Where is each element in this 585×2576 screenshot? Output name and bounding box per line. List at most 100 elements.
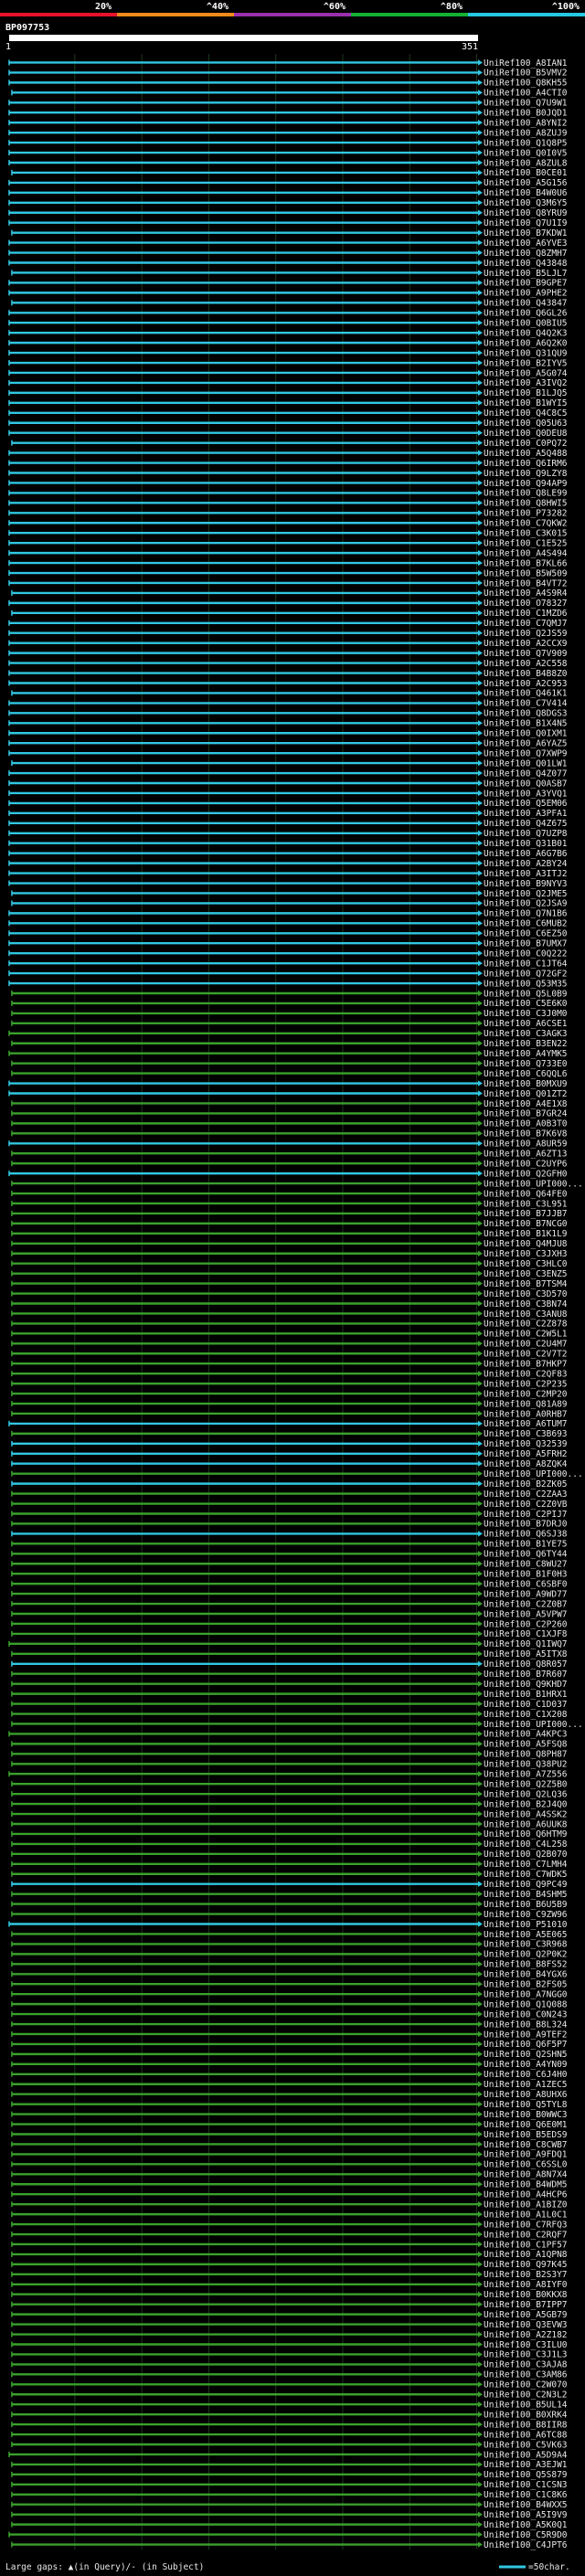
hit-label: UniRef100_Q8R057 bbox=[484, 1659, 568, 1670]
hit-label: UniRef100_C1MZD6 bbox=[484, 609, 568, 619]
hit-label: UniRef100_A8IYF0 bbox=[484, 2280, 568, 2290]
hit-label: UniRef100_Q38PU2 bbox=[484, 1760, 568, 1770]
hit-label: UniRef100_Q6SJ38 bbox=[484, 1530, 568, 1540]
hit-label: UniRef100_B5W509 bbox=[484, 568, 568, 578]
hit-label: UniRef100_C3B693 bbox=[484, 1429, 568, 1439]
hit-label: UniRef100_B0XRK4 bbox=[484, 2410, 568, 2420]
hit-label: UniRef100_A1L0C1 bbox=[484, 2210, 568, 2220]
hit-label: UniRef100_A2BY24 bbox=[484, 859, 568, 869]
hit-label: UniRef100_Q461K1 bbox=[484, 689, 568, 699]
hit-label: UniRef100_C3D570 bbox=[484, 1289, 568, 1299]
hit-label: UniRef100_A4SSK2 bbox=[484, 1809, 568, 1819]
hit-label: UniRef100_A5VPW7 bbox=[484, 1609, 568, 1619]
scale-legend: =50char. bbox=[528, 2562, 570, 2572]
hit-label: UniRef100_Q8KH55 bbox=[484, 79, 568, 89]
hit-label: UniRef100_C2MP20 bbox=[484, 1389, 568, 1399]
hit-label: UniRef100_C5R9D0 bbox=[484, 2530, 568, 2540]
hit-label: UniRef100_C7QMJ7 bbox=[484, 619, 568, 629]
hit-label: UniRef100_A8UHX6 bbox=[484, 2090, 568, 2100]
hit-label: UniRef100_A6TUM7 bbox=[484, 1419, 568, 1429]
hit-label: UniRef100_A5ITX8 bbox=[484, 1649, 568, 1659]
hit-label: UniRef100_B1YE75 bbox=[484, 1540, 568, 1550]
hit-label: UniRef100_C2V7T2 bbox=[484, 1350, 568, 1360]
hit-label: UniRef100_Q3M6Y5 bbox=[484, 198, 568, 208]
hit-label: UniRef100_C5VK63 bbox=[484, 2440, 568, 2450]
hit-label: UniRef100_Q1Q088 bbox=[484, 1999, 568, 2009]
hit-label: UniRef100_Q5TYL8 bbox=[484, 2100, 568, 2110]
hit-label: UniRef100_Q01LW1 bbox=[484, 758, 568, 769]
hit-label: UniRef100_C3AM86 bbox=[484, 2370, 568, 2380]
hit-label: UniRef100_B8IIR8 bbox=[484, 2420, 568, 2430]
hit-label: UniRef100_C7QKW2 bbox=[484, 519, 568, 529]
hit-label: UniRef100_A4CTI0 bbox=[484, 89, 568, 99]
hit-label: UniRef100_Q2JS59 bbox=[484, 629, 568, 639]
hit-label: UniRef100_A8ZUJ9 bbox=[484, 128, 568, 138]
scale-segment bbox=[234, 13, 351, 16]
hit-label: UniRef100_Q6TY44 bbox=[484, 1550, 568, 1560]
hit-label: UniRef100_Q4Z675 bbox=[484, 819, 568, 829]
hit-label: UniRef100_B7JJB7 bbox=[484, 1209, 568, 1219]
hit-label: UniRef100_Q32539 bbox=[484, 1439, 568, 1449]
hit-label: UniRef100_C2P260 bbox=[484, 1619, 568, 1629]
scale-tick-label: ^60% bbox=[324, 2, 346, 12]
hit-label: UniRef100_Q0ASB7 bbox=[484, 779, 568, 789]
hit-label: UniRef100_C6EZ50 bbox=[484, 929, 568, 939]
hit-label: UniRef100_A4E1X8 bbox=[484, 1099, 568, 1109]
hit-label: UniRef100_Q1IWQ7 bbox=[484, 1639, 568, 1649]
hit-label: UniRef100_B5LJL7 bbox=[484, 269, 568, 279]
hit-label: UniRef100_A2C558 bbox=[484, 659, 568, 669]
scale-tick-label: 20% bbox=[95, 2, 112, 12]
hit-label: UniRef100_Q2JSA9 bbox=[484, 899, 568, 909]
hit-label: UniRef100_C3L951 bbox=[484, 1199, 568, 1209]
hit-label: UniRef100_B5UL14 bbox=[484, 2400, 568, 2410]
hit-label: UniRef100_A8UR59 bbox=[484, 1140, 568, 1150]
hit-label: UniRef100_C2Z0B7 bbox=[484, 1599, 568, 1609]
hit-label: UniRef100_Q94AP9 bbox=[484, 479, 568, 489]
hit-label: UniRef100_A5E065 bbox=[484, 1930, 568, 1940]
hit-label: UniRef100_C3BN74 bbox=[484, 1299, 568, 1309]
hit-label: UniRef100_C3ENZ5 bbox=[484, 1269, 568, 1279]
hit-label: UniRef100_B9GPE7 bbox=[484, 279, 568, 289]
hit-label: UniRef100_Q7U1I9 bbox=[484, 218, 568, 228]
hit-label: UniRef100_A4YN09 bbox=[484, 2060, 568, 2070]
hit-label: UniRef100_B0CE01 bbox=[484, 168, 568, 178]
scale-tick-label: ^80% bbox=[441, 2, 463, 12]
hit-label: UniRef100_C1D037 bbox=[484, 1700, 568, 1710]
hit-label: UniRef100_UPI000... bbox=[484, 1469, 583, 1479]
hit-label: UniRef100_Q9LZY8 bbox=[484, 469, 568, 479]
hit-label: UniRef100_C3R968 bbox=[484, 1940, 568, 1950]
hit-label: UniRef100_A8YNI2 bbox=[484, 118, 568, 128]
hit-label: UniRef100_B7NCG0 bbox=[484, 1219, 568, 1229]
hit-label: UniRef100_A3ITJ2 bbox=[484, 869, 568, 879]
hit-label: UniRef100_B7HKP7 bbox=[484, 1360, 568, 1370]
hit-label: UniRef100_Q0I0V5 bbox=[484, 148, 568, 158]
hit-label: UniRef100_Q1Q8P5 bbox=[484, 138, 568, 148]
hit-label: UniRef100_B8FS52 bbox=[484, 1960, 568, 1970]
hit-label: UniRef100_B4W0U6 bbox=[484, 188, 568, 198]
hit-label: UniRef100_Q7UZP8 bbox=[484, 829, 568, 839]
hit-label: UniRef100_B2FS05 bbox=[484, 1980, 568, 1990]
gaps-legend: Large gaps: ▲(in Query)/- (in Subject) bbox=[5, 2562, 204, 2572]
hit-label: UniRef100_C7RFQ3 bbox=[484, 2220, 568, 2230]
hit-label: UniRef100_C1C8K6 bbox=[484, 2490, 568, 2500]
hit-label: UniRef100_Q31QU9 bbox=[484, 348, 568, 358]
hit-label: UniRef100_B2S3Y7 bbox=[484, 2270, 568, 2280]
hit-label: UniRef100_A1BIZ0 bbox=[484, 2200, 568, 2210]
hit-label: UniRef100_C1E525 bbox=[484, 538, 568, 548]
hit-label: UniRef100_A7NGG0 bbox=[484, 1989, 568, 1999]
hit-label: UniRef100_B0MXU9 bbox=[484, 1079, 568, 1089]
query-start-label: 1 bbox=[5, 42, 11, 52]
hit-label: UniRef100_Q6HTM9 bbox=[484, 1829, 568, 1839]
hit-label: UniRef100_B1WYI5 bbox=[484, 398, 568, 408]
hit-label: UniRef100_C3AJA8 bbox=[484, 2360, 568, 2370]
hit-label: UniRef100_A4S9R4 bbox=[484, 588, 568, 599]
hit-label: UniRef100_B5VMV2 bbox=[484, 69, 568, 79]
hit-label: UniRef100_Q2P0K2 bbox=[484, 1950, 568, 1960]
hit-label: UniRef100_B7KDW1 bbox=[484, 228, 568, 239]
hit-label: UniRef100_Q4MJU8 bbox=[484, 1239, 568, 1249]
hit-label: UniRef100_Q31B01 bbox=[484, 839, 568, 849]
hit-label: UniRef100_A8ZQK4 bbox=[484, 1459, 568, 1469]
hit-label: UniRef100_A8IAN1 bbox=[484, 58, 568, 69]
hit-label: UniRef100_C3HLC0 bbox=[484, 1259, 568, 1269]
hit-label: UniRef100_B7GR24 bbox=[484, 1109, 568, 1119]
